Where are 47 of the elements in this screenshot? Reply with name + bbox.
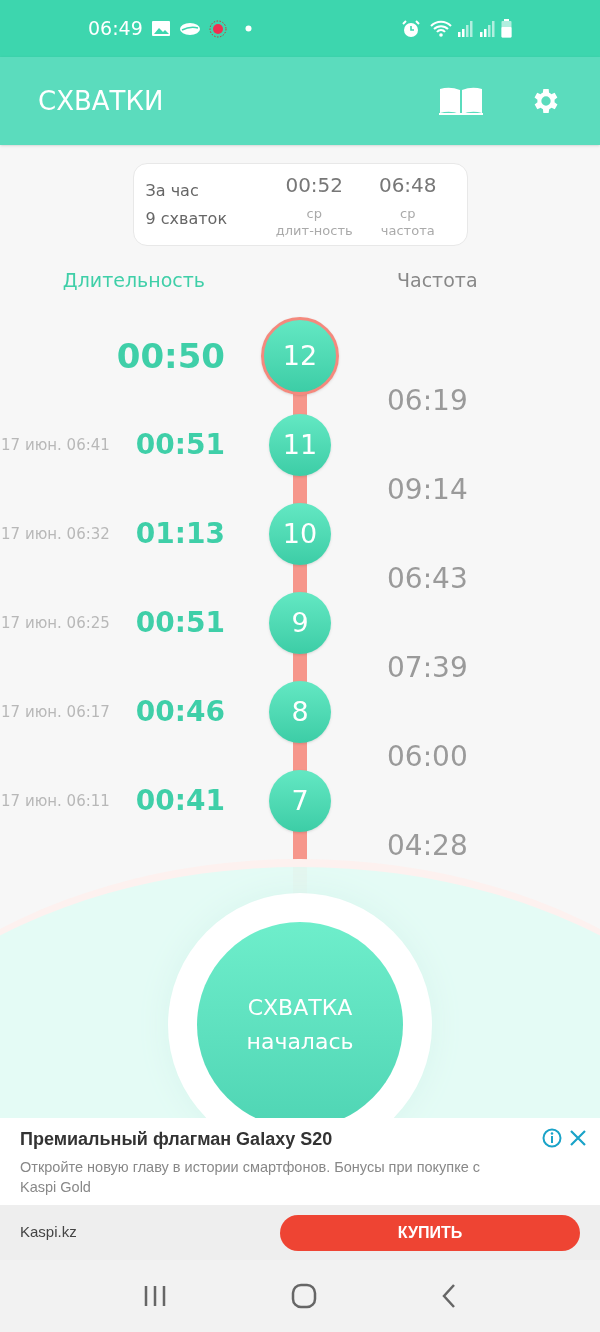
contraction-duration: 01:13 [135, 516, 225, 552]
home-icon[interactable] [291, 1283, 317, 1309]
contraction-interval: 04:28 [387, 827, 468, 864]
close-icon[interactable] [568, 1128, 588, 1148]
contraction-date: 17 июн. 06:41 [1, 434, 110, 456]
ad-title[interactable]: Премиальный флагман Galaxy S20 [20, 1126, 542, 1153]
stat-value: 00:52 [285, 171, 344, 199]
buy-button[interactable]: КУПИТЬ [280, 1214, 580, 1251]
contraction-interval: 09:14 [387, 471, 468, 508]
ad-source: Kaspi.kz [20, 1222, 78, 1243]
contraction-duration: 00:41 [135, 783, 225, 819]
battery-icon [501, 19, 512, 38]
app-title: СХВАТКИ [38, 84, 165, 118]
info-icon[interactable] [542, 1128, 562, 1148]
contraction-date: 17 июн. 06:25 [1, 612, 110, 634]
contraction-interval: 06:43 [387, 560, 468, 597]
stat-label: частота [380, 221, 435, 240]
signal-icon [479, 19, 495, 38]
signal-icon [457, 19, 473, 38]
stat-label: ср [400, 205, 416, 222]
record-icon [208, 19, 227, 38]
contraction-date: 17 июн. 06:11 [1, 790, 110, 812]
summary-period: За час [145, 179, 200, 202]
start-contraction-button[interactable]: СХВАТКА началась [197, 922, 403, 1118]
contraction-duration: 00:50 [116, 334, 225, 378]
column-header: Длительность [61, 268, 206, 293]
contraction-date: 17 июн. 06:17 [1, 701, 110, 723]
stat-label: длит-ность [275, 221, 353, 240]
contraction-duration: 00:46 [135, 694, 225, 730]
planet-icon [178, 20, 201, 37]
column-header: Частота [396, 268, 479, 293]
book-icon[interactable] [438, 86, 484, 116]
dot-icon [244, 25, 252, 32]
contraction-date: 17 июн. 06:32 [1, 523, 110, 545]
contraction-duration: 00:51 [135, 605, 225, 641]
summary-count: 9 схваток [145, 207, 229, 230]
contraction-duration: 00:51 [135, 427, 225, 463]
wifi-icon [429, 19, 453, 38]
image-icon [150, 20, 171, 37]
stat-label: ср [306, 205, 322, 222]
status-time: 06:49 [88, 16, 143, 42]
contraction-interval: 06:19 [387, 382, 468, 419]
alarm-icon [401, 18, 421, 39]
ad-text: Откройте новую главу в истории смартфонов. Бонусы при покупке с Kaspi Gold [20, 1158, 482, 1197]
contraction-interval: 07:39 [387, 649, 468, 686]
contraction-interval: 06:00 [387, 738, 468, 775]
stat-value: 06:48 [378, 171, 437, 199]
